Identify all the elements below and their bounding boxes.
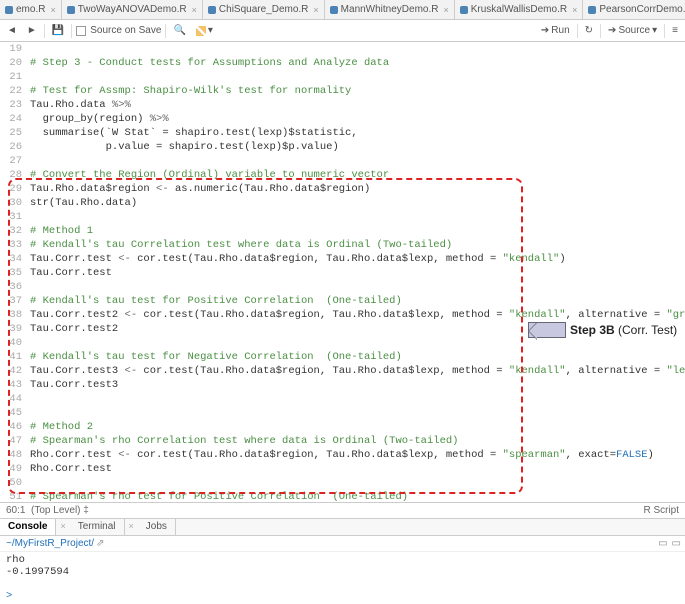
file-tab[interactable]: MannWhitneyDemo.R× — [325, 0, 455, 19]
close-panel-tab-icon[interactable]: × — [125, 519, 138, 535]
panel-tab-console[interactable]: Console — [0, 519, 56, 535]
r-file-icon — [330, 6, 338, 14]
language-indicator[interactable]: R Script — [643, 505, 679, 516]
file-tab[interactable]: ChiSquare_Demo.R× — [203, 0, 325, 19]
panel-tab-bar: Console×Terminal×Jobs — [0, 518, 685, 536]
source-on-save-label: Source on Save — [90, 25, 161, 36]
source-button[interactable]: ➔ Source ▾ — [605, 25, 660, 36]
scope-indicator[interactable]: (Top Level) — [31, 505, 80, 516]
save-button[interactable]: 💾 — [49, 25, 67, 36]
file-tab[interactable]: TwoWayANOVADemo.R× — [62, 0, 203, 19]
find-button[interactable]: 🔍 — [170, 25, 188, 36]
forward-button[interactable]: ► — [24, 25, 40, 36]
panel-tab-terminal[interactable]: Terminal — [70, 519, 125, 535]
r-file-icon — [208, 6, 216, 14]
panel-tab-jobs[interactable]: Jobs — [138, 519, 176, 535]
back-button[interactable]: ◄ — [4, 25, 20, 36]
file-tab[interactable]: emo.R× — [0, 0, 62, 19]
r-file-icon — [5, 6, 13, 14]
cursor-position: 60:1 — [6, 505, 25, 516]
project-path: ~/MyFirstR_Project/ — [6, 538, 94, 549]
r-file-icon — [460, 6, 468, 14]
file-tab[interactable]: KruskalWallisDemo.R× — [455, 0, 584, 19]
outline-button[interactable]: ≡ — [669, 25, 681, 36]
close-tab-icon[interactable]: × — [50, 5, 55, 15]
clear-console-icon[interactable]: ▭ — [658, 538, 667, 549]
close-tab-icon[interactable]: × — [313, 5, 318, 15]
wand-button[interactable]: ▾ — [193, 25, 216, 36]
line-gutter: 19 20 21 22 23 24 25 26 27 28 29 30 31 3… — [0, 42, 28, 502]
close-tab-icon[interactable]: × — [192, 5, 197, 15]
run-button[interactable]: ➔ Run — [538, 25, 573, 36]
close-tab-icon[interactable]: × — [443, 5, 448, 15]
code-editor[interactable]: 19 20 21 22 23 24 25 26 27 28 29 30 31 3… — [0, 42, 685, 502]
rerun-button[interactable]: ↻ — [582, 25, 596, 36]
source-on-save-checkbox[interactable] — [76, 26, 86, 36]
editor-toolbar: ◄ ► 💾 Source on Save 🔍 ▾ ➔ Run ↻ ➔ Sourc… — [0, 20, 685, 42]
path-link-icon[interactable]: ⇗ — [96, 538, 104, 549]
console-output[interactable]: rho-0.1997594> — [0, 552, 685, 604]
editor-status-bar: 60:1 (Top Level) ‡ R Script — [0, 502, 685, 518]
arrow-left-icon — [528, 322, 566, 338]
console-header: ~/MyFirstR_Project/⇗ — [0, 536, 685, 552]
close-panel-tab-icon[interactable]: × — [56, 519, 69, 535]
step-callout: Step 3B (Corr. Test) — [528, 322, 677, 338]
r-file-icon — [67, 6, 75, 14]
close-tab-icon[interactable]: × — [572, 5, 577, 15]
code-area[interactable]: # Step 3 - Conduct tests for Assumptions… — [30, 42, 685, 502]
file-tab[interactable]: PearsonCorrDemo.R× — [583, 0, 685, 19]
file-tab-bar: emo.R×TwoWayANOVADemo.R×ChiSquare_Demo.R… — [0, 0, 685, 20]
minimize-panel-icon[interactable]: ▭ — [672, 538, 681, 549]
r-file-icon — [588, 6, 596, 14]
